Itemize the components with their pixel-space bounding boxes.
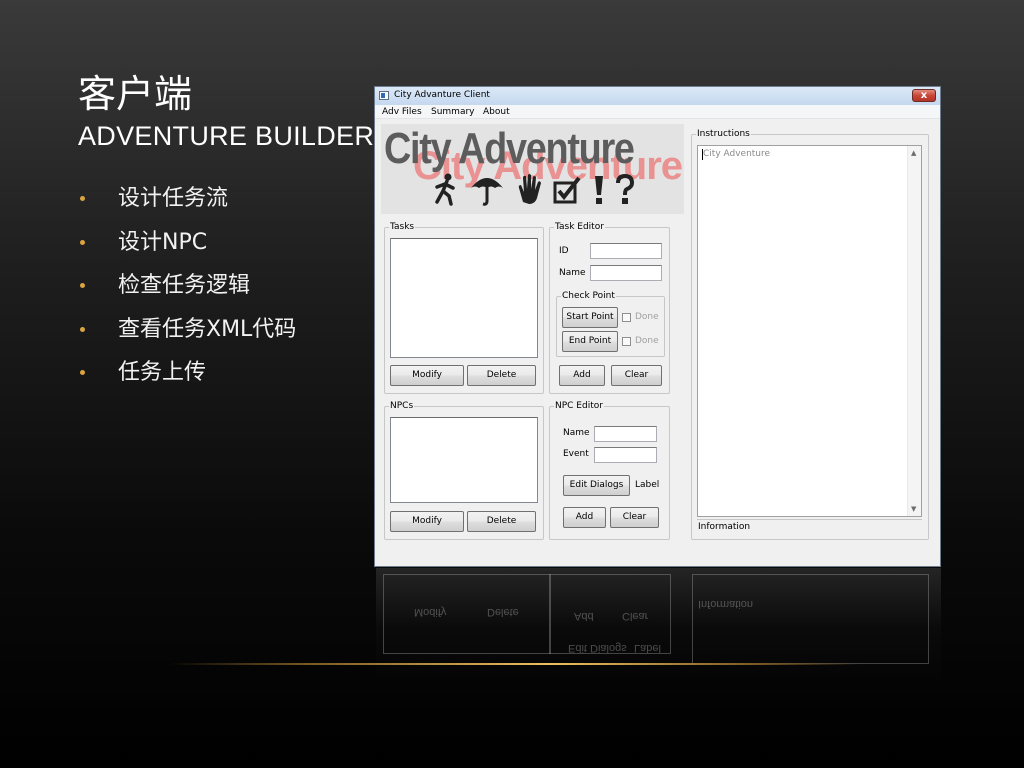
menu-bar: Adv Files Summary About — [375, 105, 940, 119]
npcs-group-label: NPCs — [389, 400, 415, 412]
task-clear-button[interactable]: Clear — [611, 365, 662, 386]
npc-editor-group: NPC Editor Name Event Edit Dialogs Label… — [549, 400, 670, 540]
instructions-textarea[interactable]: City Adventure ▲ ▼ — [697, 145, 922, 517]
npcs-modify-button[interactable]: Modify — [390, 511, 464, 532]
reflection-text: Edit Dialogs — [568, 642, 627, 654]
reflection-text: Label — [634, 642, 661, 654]
menu-about[interactable]: About — [483, 107, 510, 117]
checkbox-icon — [553, 176, 581, 204]
bullet-text: 设计NPC — [118, 229, 208, 255]
walking-person-icon — [435, 173, 455, 206]
menu-adv-files[interactable]: Adv Files — [382, 107, 422, 117]
bullet-text: 查看任务XML代码 — [118, 316, 297, 342]
slide-title: 客户端 — [78, 72, 193, 116]
task-id-label: ID — [559, 246, 569, 256]
npc-editor-group-label: NPC Editor — [554, 400, 604, 412]
bullet-dot-icon — [80, 283, 85, 288]
scroll-up-icon[interactable]: ▲ — [911, 149, 916, 157]
npc-clear-button[interactable]: Clear — [610, 507, 659, 528]
end-done-label: Done — [635, 336, 659, 346]
bullet-dot-icon — [80, 196, 85, 201]
accent-line — [170, 663, 860, 665]
npc-name-label: Name — [563, 428, 590, 438]
instructions-group-label: Instructions — [696, 128, 751, 140]
task-name-label: Name — [559, 268, 586, 278]
tasks-modify-button[interactable]: Modify — [390, 365, 464, 386]
bullet-item: 设计NPC — [78, 228, 296, 272]
edit-dialogs-button[interactable]: Edit Dialogs — [563, 475, 630, 496]
tasks-group-label: Tasks — [389, 221, 416, 233]
task-editor-group: Task Editor ID Name Check Point Start Po… — [549, 221, 670, 394]
start-point-button[interactable]: Start Point — [562, 307, 618, 328]
tasks-list[interactable] — [390, 238, 538, 358]
title-bar[interactable]: City Advanture Client x — [375, 87, 940, 105]
reflection-text: Information — [698, 598, 754, 610]
reflection-frame — [383, 574, 551, 654]
check-point-group: Check Point Start Point Done End Point D… — [556, 290, 665, 357]
logo-text: City Adventure — [384, 124, 635, 173]
bullet-text: 任务上传 — [118, 360, 207, 385]
hand-icon — [518, 174, 541, 204]
umbrella-icon — [471, 178, 503, 206]
end-point-button[interactable]: End Point — [562, 331, 618, 352]
task-add-button[interactable]: Add — [559, 365, 605, 386]
instructions-content: City Adventure — [703, 149, 771, 159]
start-done-label: Done — [635, 312, 659, 322]
instructions-scrollbar[interactable]: ▲ ▼ — [907, 146, 921, 516]
bullet-dot-icon — [80, 326, 85, 332]
bullet-dot-icon — [80, 370, 85, 375]
menu-summary[interactable]: Summary — [431, 107, 475, 117]
question-icon — [616, 174, 635, 204]
bullet-item: 任务上传 — [78, 358, 296, 402]
exclamation-icon — [595, 176, 603, 204]
task-editor-group-label: Task Editor — [554, 221, 605, 233]
bullet-item: 检查任务逻辑 — [78, 271, 296, 315]
status-bar: Information — [697, 519, 922, 534]
bullet-text: 检查任务逻辑 — [118, 273, 251, 298]
start-done-checkbox[interactable] — [622, 313, 631, 322]
bullet-list: 设计任务流 设计NPC 检查任务逻辑 查看任务XML代码 任务上传 — [78, 184, 296, 402]
npc-add-button[interactable]: Add — [563, 507, 606, 528]
reflection-text: Delete — [487, 606, 519, 618]
tasks-group: Tasks Modify Delete — [384, 221, 544, 394]
npc-event-label: Event — [563, 449, 589, 459]
reflection-text: Add — [574, 610, 594, 622]
task-id-field[interactable] — [590, 243, 662, 259]
npcs-delete-button[interactable]: Delete — [467, 511, 536, 532]
tasks-delete-button[interactable]: Delete — [467, 365, 536, 386]
bullet-item: 查看任务XML代码 — [78, 315, 296, 359]
npc-dialog-label: Label — [635, 480, 660, 490]
app-window: City Advanture Client x Adv Files Summar… — [374, 86, 941, 567]
window-reflection: Modify Delete Add Clear Information Edit… — [376, 568, 941, 688]
reflection-text: Clear — [622, 610, 649, 622]
npc-event-field[interactable] — [594, 447, 657, 463]
end-done-checkbox[interactable] — [622, 337, 631, 346]
reflection-frame — [692, 574, 929, 664]
bullet-text: 设计任务流 — [118, 186, 229, 211]
bullet-dot-icon — [80, 239, 85, 245]
window-title: City Advanture Client — [394, 90, 490, 100]
check-point-label: Check Point — [561, 290, 616, 302]
slide-subtitle: ADVENTURE BUILDER — [78, 121, 375, 151]
npc-name-field[interactable] — [594, 426, 657, 442]
bullet-item: 设计任务流 — [78, 184, 296, 228]
reflection-text: Modify — [414, 606, 447, 618]
app-icon — [379, 91, 389, 100]
task-name-field[interactable] — [590, 265, 662, 281]
scroll-down-icon[interactable]: ▼ — [911, 505, 916, 513]
close-button[interactable]: x — [912, 89, 936, 102]
npcs-list[interactable] — [390, 417, 538, 503]
city-adventure-logo: City Adventure City Adventure — [381, 124, 684, 214]
npcs-group: NPCs Modify Delete — [384, 400, 544, 540]
